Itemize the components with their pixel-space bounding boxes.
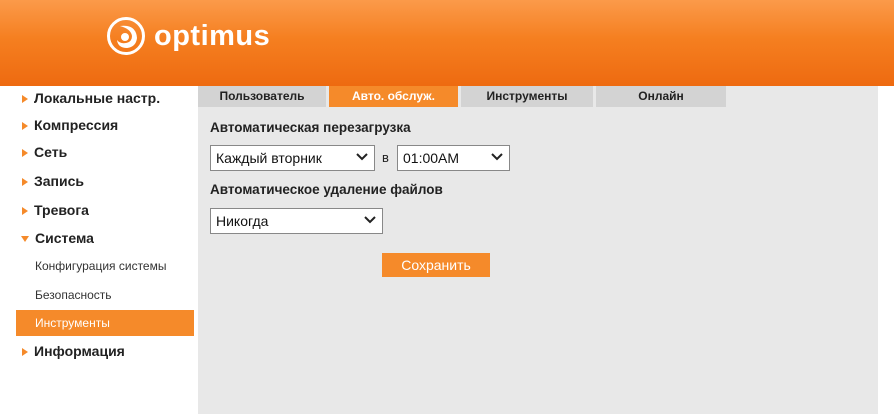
brand-name: optimus bbox=[154, 20, 271, 52]
sidebar-item-network[interactable]: Сеть bbox=[16, 141, 194, 163]
sidebar-item-system[interactable]: Система bbox=[16, 227, 194, 249]
tab-auto-maintenance[interactable]: Авто. обслуж. bbox=[329, 86, 458, 107]
triangle-right-icon bbox=[22, 122, 28, 131]
triangle-right-icon bbox=[22, 348, 28, 357]
reboot-day-select[interactable]: Каждый вторник bbox=[210, 145, 375, 171]
auto-reboot-title: Автоматическая перезагрузка bbox=[210, 120, 411, 135]
triangle-right-icon bbox=[22, 95, 28, 104]
triangle-down-icon bbox=[21, 236, 29, 243]
reboot-time-value: 01:00AM bbox=[403, 150, 460, 166]
main-panel: Пользователь Авто. обслуж. Инструменты О… bbox=[198, 86, 878, 414]
sidebar-item-label: Сеть bbox=[34, 144, 68, 160]
sidebar-item-label: Запись bbox=[34, 173, 85, 189]
sidebar-subitem-tools[interactable]: Инструменты bbox=[16, 310, 194, 336]
tab-user[interactable]: Пользователь bbox=[198, 86, 326, 107]
reboot-in-label: в bbox=[382, 150, 389, 165]
sidebar-item-label: Локальные настр. bbox=[34, 90, 161, 106]
sidebar-subitem-system-config[interactable]: Конфигурация системы bbox=[16, 253, 194, 279]
triangle-right-icon bbox=[22, 207, 28, 216]
reboot-day-value: Каждый вторник bbox=[216, 150, 322, 166]
sidebar-item-compression[interactable]: Компрессия bbox=[16, 114, 194, 136]
chevron-down-icon bbox=[356, 153, 368, 161]
reboot-time-select[interactable]: 01:00AM bbox=[397, 145, 510, 171]
header-bar: optimus bbox=[0, 0, 894, 86]
auto-delete-title: Автоматическое удаление файлов bbox=[210, 182, 443, 197]
brand-logo: optimus bbox=[106, 16, 270, 56]
triangle-right-icon bbox=[22, 149, 28, 158]
sidebar-item-alarm[interactable]: Тревога bbox=[16, 199, 194, 221]
sidebar: Локальные настр. Компрессия Сеть Запись … bbox=[16, 86, 194, 414]
chevron-down-icon bbox=[491, 153, 503, 161]
triangle-right-icon bbox=[22, 178, 28, 187]
tab-tools[interactable]: Инструменты bbox=[461, 86, 593, 107]
sidebar-item-label: Система bbox=[35, 230, 94, 246]
sidebar-item-label: Компрессия bbox=[34, 117, 119, 133]
tab-online[interactable]: Онлайн bbox=[596, 86, 726, 107]
sidebar-item-local-settings[interactable]: Локальные настр. bbox=[16, 87, 194, 109]
sidebar-subitem-security[interactable]: Безопасность bbox=[16, 282, 194, 308]
sidebar-item-record[interactable]: Запись bbox=[16, 170, 194, 192]
auto-delete-select[interactable]: Никогда bbox=[210, 208, 383, 234]
auto-delete-value: Никогда bbox=[216, 213, 269, 229]
optimus-logo-icon bbox=[107, 17, 145, 55]
sidebar-item-info[interactable]: Информация bbox=[16, 340, 194, 362]
sidebar-item-label: Информация bbox=[34, 343, 125, 359]
save-button[interactable]: Сохранить bbox=[382, 253, 490, 277]
sidebar-item-label: Тревога bbox=[34, 202, 89, 218]
chevron-down-icon bbox=[364, 216, 376, 224]
